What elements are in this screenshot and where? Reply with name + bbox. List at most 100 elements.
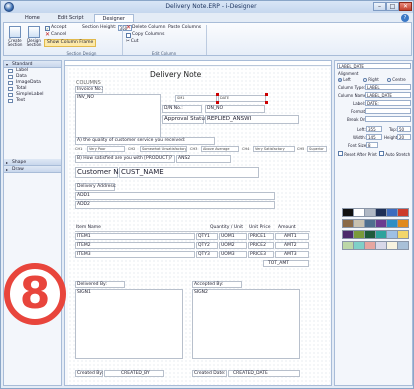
rating-somewhat-unsatisfactory[interactable]: Somewhat Unsatisfactory: [140, 146, 187, 152]
rating-above-average[interactable]: Above Average: [201, 146, 239, 152]
align-left-radio[interactable]: Left: [338, 77, 351, 82]
format-input[interactable]: [365, 108, 411, 114]
text-icon: [8, 99, 13, 103]
add1-field[interactable]: ADD1: [75, 192, 275, 200]
standard-group-header[interactable]: Standard: [4, 61, 61, 68]
item1-field[interactable]: ITEM1: [75, 233, 195, 240]
top-input[interactable]: 50: [397, 126, 411, 132]
horizontal-ruler: [65, 61, 331, 66]
left-input[interactable]: 355: [366, 126, 382, 132]
sign1-field[interactable]: SIGN1: [75, 289, 183, 359]
tot-amt-field[interactable]: TOT_AMT: [263, 260, 309, 267]
price2-field[interactable]: PRICE2: [248, 242, 274, 249]
cancel-button[interactable]: ✕ Cancel: [45, 32, 66, 38]
cust-name-field[interactable]: CUST_NAME: [119, 167, 259, 178]
sign2-field[interactable]: SIGN2: [192, 289, 300, 359]
amt1-field[interactable]: AMT1: [275, 233, 309, 240]
align-centre-radio[interactable]: Centre: [387, 77, 406, 82]
close-button[interactable]: ✕: [399, 2, 412, 11]
design-section-button[interactable]: Design Section: [26, 26, 42, 47]
scissors-icon: ✂: [126, 39, 130, 44]
auto-stretch-checkbox[interactable]: Auto Stretch: [379, 151, 410, 157]
dn-no-field[interactable]: DN_NO: [205, 105, 265, 113]
resize-handle[interactable]: [265, 93, 268, 96]
qty3-field[interactable]: QTY3: [196, 251, 218, 258]
color-swatch[interactable]: [397, 219, 409, 228]
delivery-address-label[interactable]: Delivery Address:: [75, 183, 117, 191]
label-input[interactable]: DATE:: [365, 100, 411, 106]
invoice-no-label[interactable]: Invoice No.:: [75, 86, 104, 93]
width-input[interactable]: 145: [366, 134, 382, 140]
unit-price-header[interactable]: Unit Price: [249, 225, 271, 230]
minimize-button[interactable]: –: [373, 2, 386, 11]
created-by-field[interactable]: CREATED_BY: [104, 370, 164, 377]
cut-button[interactable]: ✂ Cut: [126, 39, 139, 45]
date-label-field[interactable]: DATE: [218, 95, 266, 102]
column-name-dropdown[interactable]: LABEL_DATE: [365, 92, 411, 98]
cut-label: Cut: [130, 39, 139, 44]
show-column-frame-button[interactable]: Show Column Frame: [44, 39, 97, 47]
color-swatch[interactable]: [397, 208, 409, 217]
amt2-field[interactable]: AMT2: [275, 242, 309, 249]
paste-columns-button[interactable]: Paste Columns: [168, 25, 201, 31]
dn-no-label[interactable]: D/N No.:: [162, 105, 202, 113]
color-swatch[interactable]: [397, 241, 409, 250]
approval-status-field[interactable]: REPLIED_ANSWI: [205, 115, 299, 124]
resize-handle[interactable]: [216, 101, 219, 104]
uom3-field[interactable]: UOM3: [219, 251, 247, 258]
rating-superior[interactable]: Superior: [307, 146, 327, 152]
uom2-field[interactable]: UOM2: [219, 242, 247, 249]
resize-handle[interactable]: [216, 93, 219, 96]
item-name-header[interactable]: Item Name: [76, 225, 101, 230]
sm1-field[interactable]: SM1: [175, 95, 217, 102]
resize-handle[interactable]: [265, 101, 268, 104]
report-title[interactable]: Delivery Note: [150, 70, 201, 79]
created-date-label[interactable]: Created Date:: [192, 370, 227, 377]
question-b-label[interactable]: B) How satisfied are you with [PRODUCT]?: [75, 155, 175, 163]
copy-columns-button[interactable]: Copy Columns: [126, 32, 164, 38]
qty1-field[interactable]: QTY1: [196, 233, 218, 240]
price1-field[interactable]: PRICE1: [248, 233, 274, 240]
add2-field[interactable]: ADD2: [75, 201, 275, 209]
align-centre-text: Centre: [392, 77, 406, 82]
customer-name-label[interactable]: Customer Name:: [75, 167, 136, 178]
column-type-dropdown[interactable]: LABEL: [365, 84, 411, 90]
approval-status-label[interactable]: Approval Status:: [162, 115, 210, 124]
align-right-radio[interactable]: Right: [363, 77, 379, 82]
object-selector-dropdown[interactable]: LABEL_DATE: [337, 63, 411, 69]
qty-unit-header[interactable]: Quantity / Unit: [210, 225, 243, 230]
app-logo-icon[interactable]: [4, 2, 14, 12]
break-on-dropdown[interactable]: [365, 116, 411, 122]
qty2-field[interactable]: QTY2: [196, 242, 218, 249]
ans2-field[interactable]: ANS2: [176, 155, 231, 163]
radio-icon: [363, 78, 367, 82]
delete-column-button[interactable]: ✕ Delete Column: [126, 25, 165, 31]
amount-header[interactable]: Amount: [278, 225, 296, 230]
font-size-input[interactable]: 8: [366, 142, 378, 148]
item3-field[interactable]: ITEM3: [75, 251, 195, 258]
maximize-button[interactable]: □: [386, 2, 399, 11]
shape-group-header[interactable]: Shape: [4, 159, 61, 166]
color-swatch[interactable]: [397, 230, 409, 239]
price3-field[interactable]: PRICE3: [248, 251, 274, 258]
create-section-button[interactable]: Create Section: [7, 26, 23, 47]
accepted-by-label[interactable]: Accepted By:: [192, 281, 242, 288]
help-icon[interactable]: ?: [401, 14, 409, 22]
created-date-field[interactable]: CREATED_DATE: [228, 370, 300, 377]
reset-after-print-checkbox[interactable]: Reset After Print: [338, 151, 377, 157]
rating-very-satisfactory[interactable]: Very Satisfactory: [253, 146, 295, 152]
rating-very-poor[interactable]: Very Poor: [87, 146, 125, 152]
amt3-field[interactable]: AMT3: [275, 251, 309, 258]
image-icon: [8, 81, 13, 85]
edit-column-group-caption: Edit Column: [151, 51, 177, 56]
report-page[interactable]: Delivery Note COLUMNS Invoice No.: INV_N…: [68, 67, 330, 385]
design-canvas[interactable]: Delivery Note COLUMNS Invoice No.: INV_N…: [64, 60, 332, 386]
draw-group-header[interactable]: Draw: [4, 166, 61, 173]
delivered-by-label[interactable]: Delivered By:: [75, 281, 125, 288]
question-a-label[interactable]: A) the quality of customer service you r…: [75, 137, 215, 145]
item2-field[interactable]: ITEM2: [75, 242, 195, 249]
toolbox-item-text[interactable]: Text: [4, 98, 61, 104]
uom1-field[interactable]: UOM1: [219, 233, 247, 240]
height-input[interactable]: 20: [397, 134, 411, 140]
created-by-label[interactable]: Created By:: [75, 370, 103, 377]
